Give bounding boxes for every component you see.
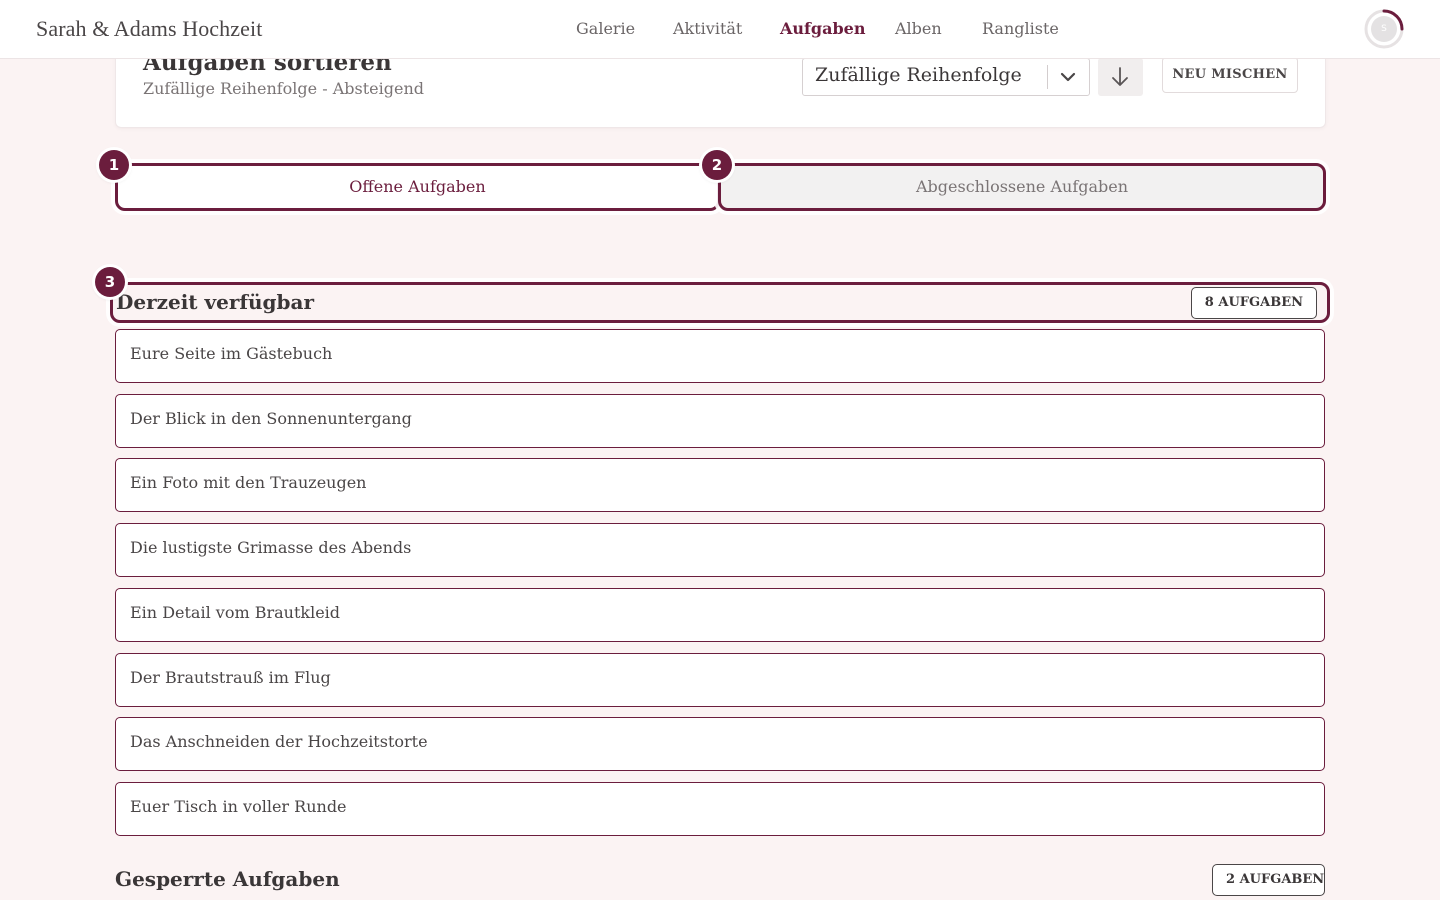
nav-item-aktivitaet[interactable]: Aktivität <box>673 19 742 38</box>
sort-select[interactable]: Zufällige Reihenfolge <box>802 58 1090 96</box>
user-avatar-button[interactable]: S <box>1363 8 1405 50</box>
shuffle-button[interactable]: NEU MISCHEN <box>1162 57 1298 93</box>
sort-subtitle: Zufällige Reihenfolge - Absteigend <box>143 79 424 98</box>
task-label: Der Brautstrauß im Flug <box>130 668 331 687</box>
task-label: Euer Tisch in voller Runde <box>130 797 347 816</box>
task-item[interactable]: Die lustigste Grimasse des Abends <box>115 523 1325 577</box>
available-section-header: Derzeit verfügbar 8 AUFGABEN <box>110 282 1330 323</box>
nav-item-aufgaben[interactable]: Aufgaben <box>780 19 865 38</box>
task-item[interactable]: Der Brautstrauß im Flug <box>115 653 1325 707</box>
task-item[interactable]: Eure Seite im Gästebuch <box>115 329 1325 383</box>
sort-select-value: Zufällige Reihenfolge <box>815 64 1022 86</box>
locked-section-title: Gesperrte Aufgaben <box>115 867 340 891</box>
tab-completed-tasks[interactable]: Abgeschlossene Aufgaben <box>718 163 1326 211</box>
top-navigation-bar: Sarah & Adams Hochzeit Galerie Aktivität… <box>0 0 1440 59</box>
task-item[interactable]: Ein Detail vom Brautkleid <box>115 588 1325 642</box>
task-label: Die lustigste Grimasse des Abends <box>130 538 412 557</box>
main-nav: Galerie Aktivität Aufgaben Alben Ranglis… <box>0 19 1440 43</box>
task-label: Das Anschneiden der Hochzeitstorte <box>130 732 428 751</box>
tab-open-tasks[interactable]: Offene Aufgaben <box>115 163 720 211</box>
avatar: S <box>1371 16 1397 42</box>
task-count-badge: 8 AUFGABEN <box>1190 287 1317 319</box>
task-item[interactable]: Euer Tisch in voller Runde <box>115 782 1325 836</box>
task-item[interactable]: Ein Foto mit den Trauzeugen <box>115 458 1325 512</box>
step-badge-1: 1 <box>99 150 129 180</box>
locked-count-badge: 2 AUFGABEN <box>1212 864 1325 896</box>
task-label: Ein Foto mit den Trauzeugen <box>130 473 367 492</box>
section-title: Derzeit verfügbar <box>116 290 314 314</box>
nav-item-galerie[interactable]: Galerie <box>576 19 635 38</box>
step-badge-2: 2 <box>702 150 732 180</box>
task-label: Ein Detail vom Brautkleid <box>130 603 341 622</box>
arrow-down-icon <box>1112 67 1128 86</box>
task-label: Der Blick in den Sonnenuntergang <box>130 409 412 428</box>
task-item[interactable]: Der Blick in den Sonnenuntergang <box>115 394 1325 448</box>
step-badge-3: 3 <box>95 267 125 297</box>
task-item[interactable]: Das Anschneiden der Hochzeitstorte <box>115 717 1325 771</box>
nav-item-alben[interactable]: Alben <box>895 19 942 38</box>
chevron-down-icon <box>1060 72 1076 82</box>
nav-item-rangliste[interactable]: Rangliste <box>982 19 1059 38</box>
select-divider <box>1047 65 1048 89</box>
task-label: Eure Seite im Gästebuch <box>130 344 333 363</box>
sort-direction-button[interactable] <box>1098 58 1143 96</box>
